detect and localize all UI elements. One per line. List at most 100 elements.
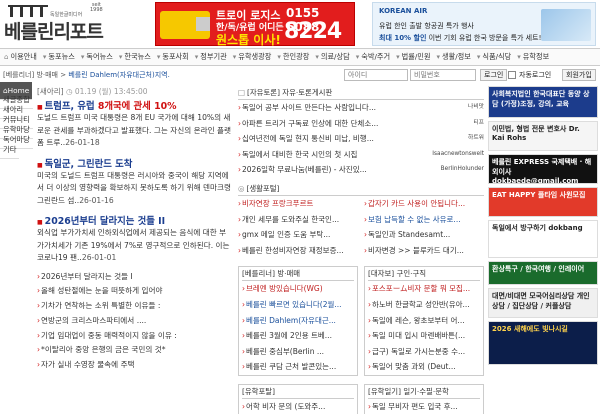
nav-item-label: 생활/정보	[442, 52, 471, 61]
board-row[interactable]: › 독일 무비자 편도 입국 후...	[368, 399, 480, 414]
chevron-down-icon: ▾	[42, 53, 47, 61]
board-row[interactable]: › 아파른 트리거 구독료 인상에 대한 단체소... 티프	[238, 116, 484, 132]
board-row-title: 독일어 공부 사이트 만든다는 사람입니다...	[242, 103, 376, 112]
board-row[interactable]: › 십여년전에 독일 현지 통신비 미납, 비행... 하트워	[238, 131, 484, 147]
nav-item[interactable]: ▾ 유학생광장	[231, 52, 276, 62]
board-row[interactable]: › 보험 납득할 수 없는 사유로...	[364, 212, 484, 228]
diary-board: [유학일기] 일기·수필·문학 › 독일 무비자 편도 입국 후...	[364, 383, 484, 414]
board-row[interactable]: › 개인 세무를 도와주실 한국인...	[238, 212, 358, 228]
nav-item[interactable]: ▾ 정부기관	[193, 52, 231, 62]
free-board-header[interactable]: □ [자유토론] 자유·토론게시판	[238, 86, 484, 100]
moving-company-banner[interactable]: 트로이 로지스 한/독/유럽 어디든 원스톱 이사! 0155 6088 822…	[155, 2, 355, 47]
bullet-icon: ›	[37, 301, 41, 311]
side-ad-text: 베를린 EXPRESS 국제택배 · 해외이사 dokbaede@gmail.c…	[492, 158, 592, 184]
headline-item[interactable]: ›*이탈리아 중앙 은행의 금은 국민의 것*	[37, 344, 233, 359]
board-row[interactable]: › 베를린 쿠담 근처 발콘있는...	[242, 359, 354, 375]
news-story: ■ 트럼프, 유럽 8개국에 관세 10% 도널드 트럼프 미국 대통령은 8개 E…	[37, 98, 233, 150]
board-row[interactable]: › 포스포ーム비자 문할 뭐 모집...	[368, 281, 480, 297]
headline-item[interactable]: ›자가 실내 수영장 물속에 주택	[37, 359, 233, 374]
headline-item[interactable]: ›기차가 연착하는 소위 특별한 이유들 :	[37, 300, 233, 315]
signup-button[interactable]: 회원가입	[562, 69, 596, 81]
nav-item[interactable]: ⌂ 이용안내	[2, 52, 41, 62]
board-row-title: 갑자기 카드 사용이 안됩니다...	[368, 198, 466, 208]
nav-item-label: 동포사회	[162, 52, 189, 61]
story-title[interactable]: ■ 2026년부터 달라지는 것들 II	[37, 216, 165, 227]
login-button[interactable]: 로그인	[480, 69, 508, 81]
nav-item-label: 법률/민원	[401, 52, 431, 61]
board-row[interactable]: › 하노버 한글학교 성안반(유아...	[368, 297, 480, 313]
board-row[interactable]: › 브레멘 방있습니다(WG)	[242, 281, 354, 297]
korean-air-banner[interactable]: KOREAN AIR 유럽 한인 출발 항공권 특가 행사 최대 10% 할인 …	[372, 2, 596, 46]
uni-board-header[interactable]: [유학포탈]	[242, 385, 354, 399]
board-row[interactable]: › 독일에서 대비한 한국 시인의 첫 시집 Isaacnewtonswelt	[238, 147, 484, 163]
board-row[interactable]: › 베를린 Dahlem(자유대근...	[242, 313, 354, 329]
headline-item[interactable]: ›연방군의 크리스마스파티에서 ....	[37, 315, 233, 330]
nav-item[interactable]: ▾ 의료/상담	[313, 52, 353, 62]
board-row[interactable]: › 급구) 독일로 가시는분중 수...	[368, 344, 480, 360]
headline-item[interactable]: ›2026년부터 달라지는 것들 I	[37, 271, 233, 286]
nav-item[interactable]: ▾ 동포뉴스	[41, 52, 79, 62]
nav-item[interactable]: ▾ 법률/민원	[394, 52, 434, 62]
right-ad-column: 사회복지법인 한국대표단 동양 상담 (가정)조정, 강의, 교육 이민법, 형법…	[488, 86, 598, 368]
nav-item-label: 의료/상담	[320, 52, 350, 61]
headline-text: *이탈리아 중앙 은행의 금은 국민의 것*	[41, 345, 166, 355]
board-row[interactable]: › 갑자기 카드 사용이 안됩니다...	[364, 196, 484, 212]
headline-item[interactable]: ›기업 임대업이 중동 매력적이지 않을 이유 :	[37, 330, 233, 345]
board-row-title: 독일 무비자 편도 입국 후...	[372, 401, 458, 411]
nav-item[interactable]: ▾ 동포사회	[155, 52, 193, 62]
board-row[interactable]: › 독일에 레슨, 왕초보부터 어...	[368, 313, 480, 329]
board-row[interactable]: › 비자변경 >> 블루카드 대기...	[364, 243, 484, 259]
board-row[interactable]: › 베를린 중심부(Berlin ...	[242, 344, 354, 360]
board-row[interactable]: › gmx 메일 인증 도움 부탁...	[238, 227, 358, 243]
nav-item[interactable]: ▾ 유학정보	[515, 52, 553, 62]
board-row-title: 독일에서 대비한 한국 시인의 첫 시집	[242, 149, 358, 159]
side-ad-banner[interactable]: EAT HAPPY 플타임 사원모집	[488, 187, 598, 217]
room-board-header[interactable]: [베를리너] 방·매매	[242, 267, 354, 282]
side-ad-banner[interactable]: 2026 새해에도 빛나시길	[488, 321, 598, 365]
side-ad-banner[interactable]: 독일에서 방구하기 dokbang	[488, 220, 598, 258]
nav-item[interactable]: ▾ 한국뉴스	[117, 52, 155, 62]
board-row[interactable]: › 어학 비자 문의 (도와주...	[242, 399, 354, 414]
sidebar-item[interactable]: 기타	[0, 141, 20, 159]
board-row[interactable]: › 베를린 한성비자연장 재정보증...	[238, 243, 358, 259]
air-line2: 최대 10% 할인 이번 기회 유럽 한국 방문을 특가 세트!	[379, 34, 542, 42]
board-row-author: 하트워	[468, 135, 484, 142]
board-row[interactable]: › 베를린 빠르면 있습니다(2월...	[242, 297, 354, 313]
bullet-icon: ›	[242, 284, 245, 294]
nav-item[interactable]: ▾ 한인광장	[275, 52, 313, 62]
nav-item[interactable]: ▾ 독어뉴스	[79, 52, 117, 62]
story-title[interactable]: ■ 트럼프, 유럽 8개국에 관세 10%	[37, 101, 177, 112]
headline-item[interactable]: ›올해 성탄절에는 눈을 떠뜻하게 입어야	[37, 285, 233, 300]
board-row[interactable]: › 2026일학 무료나눔(베를린) - 사진있... BerlinHolunder	[238, 162, 484, 178]
story-title[interactable]: ■ 독일군, 그린란드 도착	[37, 159, 132, 170]
nav-item[interactable]: ▾ 식품/식당	[475, 52, 515, 62]
username-input[interactable]	[344, 69, 408, 81]
board-row[interactable]: › 독일어 맞춤 과외 (Deut...	[368, 359, 480, 375]
side-ad-banner[interactable]: 환상특구 / 한국여행 / 인레이어	[488, 261, 598, 285]
auto-login-checkbox[interactable]	[508, 71, 516, 79]
site-logo[interactable]: seit 1998 독일한글미디어 베를린리포트	[4, 2, 116, 44]
story-body: 미국의 도널드 트럼프 대통령은 러시아와 중국이 해당 지역에서 더 이상의 …	[37, 170, 233, 208]
board-row-title: 개인 세무를 도와주실 한국인...	[242, 214, 340, 224]
board-row[interactable]: › 베를린 3월에 2인용 트베...	[242, 328, 354, 344]
headline-text: 자가 실내 수영장 물속에 주택	[41, 360, 135, 370]
logo-since: seit 1998	[90, 2, 103, 13]
side-ad-banner[interactable]: 대면/비대면 모국어심리상담 개인상담 / 집단상담 / 커플상담	[488, 288, 598, 318]
board-row[interactable]: › 비자연장 프랑크푸르트	[238, 196, 358, 212]
board-row[interactable]: › 독일 미대 입시 마렌배바튼(...	[368, 328, 480, 344]
story-body-text: 외식업 부가가치세 인하외식업에서 제공되는 음식에 대한 부가가치세가 기존 …	[37, 228, 230, 262]
board-row[interactable]: › 독일인과 Standesamt...	[364, 227, 484, 243]
nav-item[interactable]: ▾ 생활/정보	[434, 52, 474, 62]
side-ad-banner[interactable]: 베를린 EXPRESS 국제택배 · 해외이사 dokbaede@gmail.c…	[488, 154, 598, 184]
board-row[interactable]: › 독일어 공부 사이트 만든다는 사람입니다... 나비맛	[238, 100, 484, 116]
nav-item[interactable]: ▾ 숙박/주거	[354, 52, 394, 62]
side-ad-banner[interactable]: 사회복지법인 한국대표단 동양 상담 (가정)조정, 강의, 교육	[488, 86, 598, 118]
side-ad-banner[interactable]: 이민법, 형법 전문 변호사 Dr. Kai Rohs	[488, 121, 598, 151]
diary-board-header[interactable]: [유학일기] 일기·수필·문학	[368, 385, 480, 399]
moving-ad-line3: 원스톱 이사!	[216, 33, 281, 47]
headline-text: 2026년부터 달라지는 것들 I	[41, 271, 133, 281]
bullet-icon: ›	[37, 360, 41, 370]
job-board-header[interactable]: [대자보] 구인·구직	[368, 267, 480, 282]
password-input[interactable]	[410, 69, 476, 81]
life-portal-header[interactable]: ◎ [생활포털]	[238, 182, 484, 196]
